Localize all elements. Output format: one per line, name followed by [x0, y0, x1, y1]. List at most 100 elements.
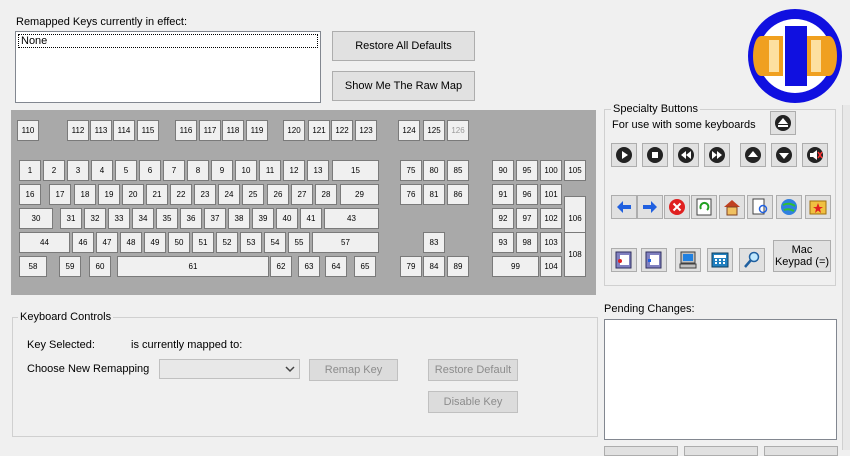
key-41[interactable]: 41: [300, 208, 322, 229]
key-52[interactable]: 52: [216, 232, 238, 253]
key-3[interactable]: 3: [67, 160, 89, 181]
key-29[interactable]: 29: [340, 184, 379, 205]
key-22[interactable]: 22: [170, 184, 192, 205]
volume-up-button[interactable]: [740, 143, 766, 167]
show-raw-map-button[interactable]: Show Me The Raw Map: [332, 71, 475, 101]
key-54[interactable]: 54: [264, 232, 286, 253]
key-116[interactable]: 116: [175, 120, 197, 141]
key-114[interactable]: 114: [113, 120, 135, 141]
key-50[interactable]: 50: [168, 232, 190, 253]
restore-default-button[interactable]: Restore Default: [428, 359, 518, 381]
key-80[interactable]: 80: [423, 160, 445, 181]
bottom-button-1[interactable]: [604, 446, 678, 456]
search-page-button[interactable]: [747, 195, 773, 219]
key-117[interactable]: 117: [199, 120, 221, 141]
key-124[interactable]: 124: [398, 120, 420, 141]
play-button[interactable]: [611, 143, 637, 167]
key-33[interactable]: 33: [108, 208, 130, 229]
key-5[interactable]: 5: [115, 160, 137, 181]
key-126[interactable]: 126: [447, 120, 469, 141]
calculator-button[interactable]: [707, 248, 733, 272]
key-27[interactable]: 27: [291, 184, 313, 205]
key-65[interactable]: 65: [354, 256, 376, 277]
key-62[interactable]: 62: [270, 256, 292, 277]
key-84[interactable]: 84: [423, 256, 445, 277]
key-44[interactable]: 44: [19, 232, 70, 253]
rewind-button[interactable]: [673, 143, 699, 167]
pending-changes-list[interactable]: [604, 319, 837, 440]
key-125[interactable]: 125: [423, 120, 445, 141]
key-97[interactable]: 97: [516, 208, 538, 229]
bottom-button-2[interactable]: [684, 446, 758, 456]
bottom-button-3[interactable]: [764, 446, 838, 456]
remapped-keys-list[interactable]: None: [15, 31, 321, 103]
key-15[interactable]: 15: [332, 160, 379, 181]
key-18[interactable]: 18: [74, 184, 96, 205]
key-93[interactable]: 93: [492, 232, 514, 253]
key-46[interactable]: 46: [72, 232, 94, 253]
key-40[interactable]: 40: [276, 208, 298, 229]
key-105[interactable]: 105: [564, 160, 586, 181]
key-64[interactable]: 64: [325, 256, 347, 277]
volume-down-button[interactable]: [771, 143, 797, 167]
key-21[interactable]: 21: [146, 184, 168, 205]
key-121[interactable]: 121: [308, 120, 330, 141]
browser-button[interactable]: [776, 195, 802, 219]
key-86[interactable]: 86: [447, 184, 469, 205]
key-28[interactable]: 28: [315, 184, 337, 205]
key-19[interactable]: 19: [98, 184, 120, 205]
key-58[interactable]: 58: [19, 256, 47, 277]
key-123[interactable]: 123: [355, 120, 377, 141]
key-115[interactable]: 115: [137, 120, 159, 141]
key-92[interactable]: 92: [492, 208, 514, 229]
key-26[interactable]: 26: [267, 184, 289, 205]
app-window-1-button[interactable]: [611, 248, 637, 272]
stop-page-button[interactable]: [664, 195, 690, 219]
scrollbar[interactable]: [842, 105, 850, 450]
eject-button[interactable]: [770, 111, 796, 135]
key-57[interactable]: 57: [312, 232, 379, 253]
key-112[interactable]: 112: [67, 120, 89, 141]
key-25[interactable]: 25: [242, 184, 264, 205]
key-24[interactable]: 24: [218, 184, 240, 205]
mute-button[interactable]: [802, 143, 828, 167]
key-96[interactable]: 96: [516, 184, 538, 205]
key-100[interactable]: 100: [540, 160, 562, 181]
key-101[interactable]: 101: [540, 184, 562, 205]
restore-all-defaults-button[interactable]: Restore All Defaults: [332, 31, 475, 61]
favorites-button[interactable]: [805, 195, 831, 219]
app-window-2-button[interactable]: [641, 248, 667, 272]
key-43[interactable]: 43: [324, 208, 379, 229]
key-11[interactable]: 11: [259, 160, 281, 181]
key-103[interactable]: 103: [540, 232, 562, 253]
key-60[interactable]: 60: [89, 256, 111, 277]
key-38[interactable]: 38: [228, 208, 250, 229]
key-6[interactable]: 6: [139, 160, 161, 181]
remap-key-button[interactable]: Remap Key: [309, 359, 398, 381]
key-8[interactable]: 8: [187, 160, 209, 181]
key-104[interactable]: 104: [540, 256, 562, 277]
key-10[interactable]: 10: [235, 160, 257, 181]
find-button[interactable]: [739, 248, 765, 272]
key-110[interactable]: 110: [17, 120, 39, 141]
remapping-select[interactable]: [159, 359, 300, 379]
key-35[interactable]: 35: [156, 208, 178, 229]
key-81[interactable]: 81: [423, 184, 445, 205]
key-122[interactable]: 122: [331, 120, 353, 141]
key-98[interactable]: 98: [516, 232, 538, 253]
key-120[interactable]: 120: [283, 120, 305, 141]
key-31[interactable]: 31: [60, 208, 82, 229]
key-47[interactable]: 47: [96, 232, 118, 253]
stop-button[interactable]: [642, 143, 668, 167]
my-computer-button[interactable]: [675, 248, 701, 272]
key-23[interactable]: 23: [194, 184, 216, 205]
key-51[interactable]: 51: [192, 232, 214, 253]
key-16[interactable]: 16: [19, 184, 41, 205]
back-arrow-button[interactable]: [611, 195, 637, 219]
key-53[interactable]: 53: [240, 232, 262, 253]
mac-keypad-button[interactable]: Mac Keypad (=): [773, 240, 831, 272]
key-119[interactable]: 119: [246, 120, 268, 141]
key-91[interactable]: 91: [492, 184, 514, 205]
key-61[interactable]: 61: [117, 256, 269, 277]
key-89[interactable]: 89: [447, 256, 469, 277]
